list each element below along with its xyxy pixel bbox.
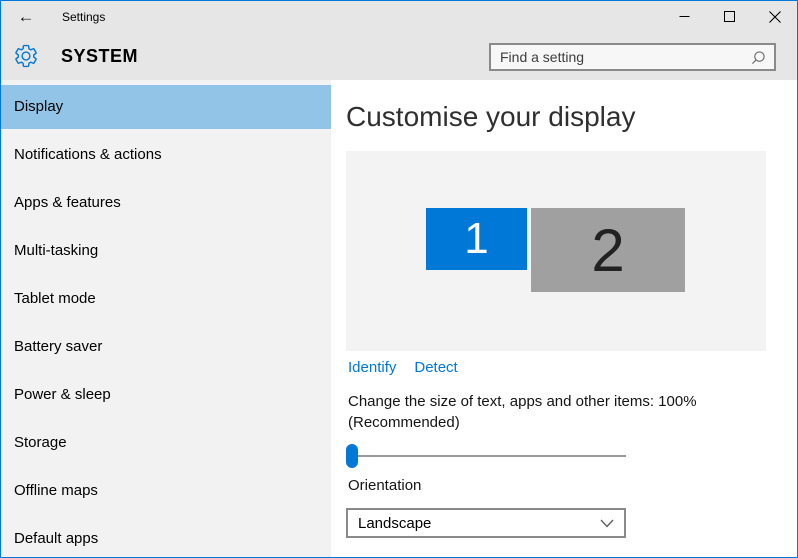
header: SYSTEM: [1, 32, 797, 80]
monitor-1[interactable]: 1: [426, 208, 527, 270]
display-links: Identify Detect: [348, 359, 458, 376]
slider-track[interactable]: [348, 455, 626, 457]
search-box: [489, 43, 776, 71]
identify-link[interactable]: Identify: [348, 359, 396, 376]
scaling-label: Change the size of text, apps and other …: [348, 391, 718, 433]
minimize-icon: [679, 11, 690, 22]
slider-thumb[interactable]: [346, 444, 358, 468]
orientation-value: Landscape: [358, 515, 431, 532]
page-title: SYSTEM: [61, 32, 138, 80]
scaling-label-line1: Change the size of text, apps and other …: [348, 391, 718, 412]
window-controls: [662, 1, 797, 32]
sidebar-item-storage[interactable]: Storage: [1, 421, 331, 465]
close-icon: [769, 11, 781, 23]
orientation-dropdown[interactable]: Landscape: [346, 508, 626, 538]
settings-window: ← Settings SYSTEM Display: [0, 0, 798, 558]
chevron-down-icon: [600, 519, 614, 528]
sidebar-item-notifications-actions[interactable]: Notifications & actions: [1, 133, 331, 177]
back-button[interactable]: ←: [9, 1, 43, 32]
close-button[interactable]: [752, 1, 797, 32]
search-input[interactable]: [491, 49, 751, 65]
maximize-button[interactable]: [707, 1, 752, 32]
orientation-label: Orientation: [348, 477, 421, 494]
detect-link[interactable]: Detect: [414, 359, 457, 376]
sidebar-item-battery-saver[interactable]: Battery saver: [1, 325, 331, 369]
titlebar: ← Settings: [1, 1, 797, 32]
back-arrow-icon: ←: [18, 7, 35, 26]
display-preview-panel: 1 2: [346, 151, 766, 351]
scaling-label-line2: (Recommended): [348, 412, 718, 433]
section-heading: Customise your display: [346, 101, 635, 133]
maximize-icon: [724, 11, 735, 22]
main-content: Customise your display 1 2 Identify Dete…: [331, 80, 797, 557]
sidebar-item-display[interactable]: Display: [1, 85, 331, 129]
scaling-slider[interactable]: [348, 444, 626, 468]
sidebar: Display Notifications & actions Apps & f…: [1, 80, 331, 557]
sidebar-item-multi-tasking[interactable]: Multi-tasking: [1, 229, 331, 273]
sidebar-item-power-sleep[interactable]: Power & sleep: [1, 373, 331, 417]
sidebar-item-default-apps[interactable]: Default apps: [1, 517, 331, 558]
sidebar-item-tablet-mode[interactable]: Tablet mode: [1, 277, 331, 321]
minimize-button[interactable]: [662, 1, 707, 32]
monitor-2[interactable]: 2: [531, 208, 685, 292]
search-icon[interactable]: [751, 50, 766, 65]
gear-icon: [13, 43, 39, 69]
sidebar-item-offline-maps[interactable]: Offline maps: [1, 469, 331, 513]
window-title: Settings: [62, 1, 105, 33]
sidebar-item-apps-features[interactable]: Apps & features: [1, 181, 331, 225]
